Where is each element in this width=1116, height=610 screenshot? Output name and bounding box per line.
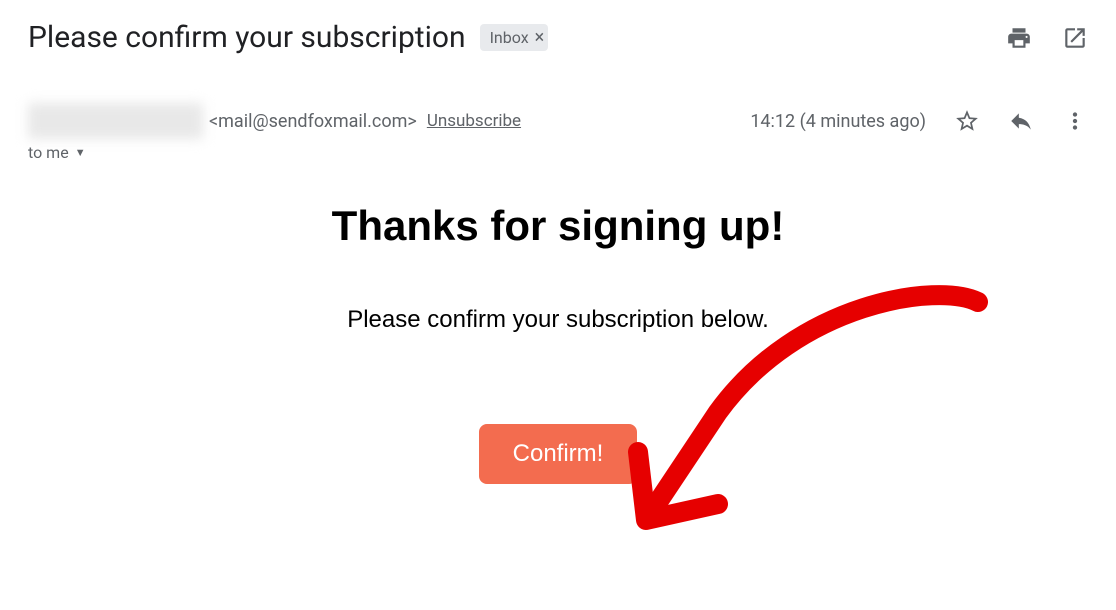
confirm-button[interactable]: Confirm! [479,424,638,484]
unsubscribe-link[interactable]: Unsubscribe [427,111,521,131]
star-icon[interactable] [954,108,980,134]
recipient-row[interactable]: to me ▼ [28,143,1088,162]
reply-icon[interactable] [1008,108,1034,134]
email-container: Please confirm your subscription Inbox ×… [0,0,1116,504]
inbox-label-chip[interactable]: Inbox × [480,24,549,51]
body-heading: Thanks for signing up! [28,202,1088,250]
email-header: Please confirm your subscription Inbox × [28,20,1088,55]
timestamp: 14:12 (4 minutes ago) [750,111,926,132]
sender-info: <mail@sendfoxmail.com> Unsubscribe [28,103,521,139]
remove-label-icon[interactable]: × [535,27,545,48]
header-actions [1006,25,1088,51]
sender-name-redacted [28,103,203,139]
email-body: Thanks for signing up! Please confirm yo… [28,202,1088,484]
show-details-icon[interactable]: ▼ [75,146,86,159]
inbox-label-text: Inbox [490,28,529,47]
open-new-window-icon[interactable] [1062,25,1088,51]
body-text: Please confirm your subscription below. [28,306,1088,334]
email-subject: Please confirm your subscription [28,20,466,55]
to-label: to me [28,143,69,162]
more-options-icon[interactable] [1062,108,1088,134]
message-actions: 14:12 (4 minutes ago) [750,108,1088,134]
print-icon[interactable] [1006,25,1032,51]
sender-row: <mail@sendfoxmail.com> Unsubscribe 14:12… [28,103,1088,139]
subject-area: Please confirm your subscription Inbox × [28,20,548,55]
sender-email: <mail@sendfoxmail.com> [209,111,417,132]
